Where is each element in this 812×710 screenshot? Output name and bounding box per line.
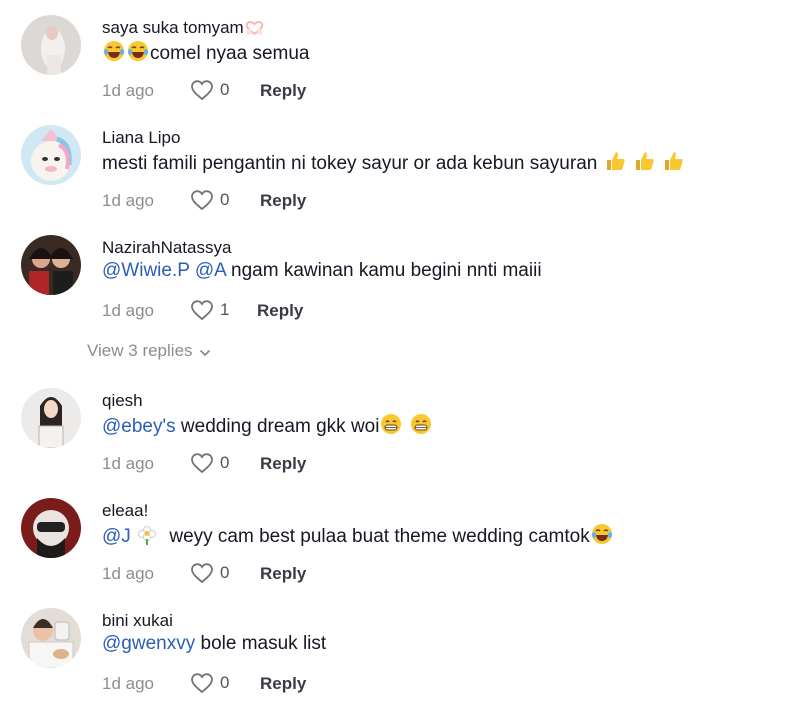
reply-button[interactable]: Reply <box>260 564 306 584</box>
comment-text: @J weyy cam best pulaa buat theme weddin… <box>102 523 614 548</box>
heart-outline-icon[interactable] <box>190 298 214 322</box>
comment-text: mesti famili pengantin ni tokey sayur or… <box>102 150 685 175</box>
heart-hands-emoji-icon <box>245 21 263 35</box>
avatar[interactable] <box>21 235 81 295</box>
comment-actions: 1d ago 0 Reply <box>102 78 502 104</box>
laugh-emoji-icon <box>591 524 612 544</box>
mention-link[interactable]: @gwenxvy <box>102 633 195 654</box>
like-count: 0 <box>220 453 230 472</box>
comment-text: @gwenxvy bole masuk list <box>102 633 327 654</box>
mention-link[interactable]: @ebey's <box>102 416 176 437</box>
comment-item: qiesh @ebey's wedding dream gkk woi 1d a… <box>0 388 812 488</box>
comment-item: eleaa! @J weyy cam best pulaa buat theme… <box>0 498 812 598</box>
reply-button[interactable]: Reply <box>260 674 306 694</box>
avatar[interactable] <box>21 608 81 668</box>
avatar[interactable] <box>21 498 81 558</box>
avatar[interactable] <box>21 15 81 75</box>
comment-item: bini xukai @gwenxvy bole masuk list 1d a… <box>0 608 812 708</box>
laugh-emoji-icon <box>128 41 148 61</box>
reply-button[interactable]: Reply <box>257 301 303 321</box>
heart-outline-icon[interactable] <box>190 671 214 695</box>
avatar[interactable] <box>21 388 81 448</box>
grin-emoji-icon <box>410 414 431 434</box>
view-replies-button[interactable]: View 3 replies <box>87 341 211 361</box>
comment-username[interactable]: Liana Lipo <box>102 128 180 148</box>
comment-item: saya suka tomyam comel nyaa semua 1d ago… <box>0 15 812 115</box>
avatar[interactable] <box>21 125 81 185</box>
comment-text: @Wiwie.P @A ngam kawinan kamu begini nnt… <box>102 260 542 281</box>
timestamp: 1d ago <box>102 191 154 210</box>
flower-emoji-icon <box>138 526 157 545</box>
mention-link[interactable]: @J <box>102 526 131 547</box>
laugh-emoji-icon <box>104 41 124 61</box>
heart-outline-icon[interactable] <box>190 78 214 102</box>
comment-username[interactable]: qiesh <box>102 391 143 411</box>
grin-emoji-icon <box>381 414 402 434</box>
mention-link[interactable]: @Wiwie.P <box>102 260 190 281</box>
thumbs-up-emoji-icon <box>665 152 683 170</box>
timestamp: 1d ago <box>102 674 154 693</box>
comment-actions: 1d ago 0 Reply <box>102 671 502 697</box>
mention-link[interactable]: @A <box>195 260 226 281</box>
timestamp: 1d ago <box>102 81 154 100</box>
like-count: 0 <box>220 80 230 99</box>
thumbs-up-emoji-icon <box>635 152 654 170</box>
comment-username[interactable]: saya suka tomyam <box>102 18 265 38</box>
like-count: 1 <box>220 300 230 319</box>
comment-actions: 1d ago 0 Reply <box>102 188 502 214</box>
heart-outline-icon[interactable] <box>190 561 214 585</box>
reply-button[interactable]: Reply <box>260 454 306 474</box>
comment-actions: 1d ago 0 Reply <box>102 561 502 587</box>
comment-username[interactable]: NazirahNatassya <box>102 238 231 258</box>
comment-item: Liana Lipo mesti famili pengantin ni tok… <box>0 125 812 225</box>
reply-button[interactable]: Reply <box>260 191 306 211</box>
heart-outline-icon[interactable] <box>190 451 214 475</box>
like-count: 0 <box>220 673 230 692</box>
comment-actions: 1d ago 0 Reply <box>102 451 502 477</box>
timestamp: 1d ago <box>102 564 154 583</box>
heart-outline-icon[interactable] <box>190 188 214 212</box>
like-count: 0 <box>220 190 230 209</box>
comment-text: comel nyaa semua <box>102 40 309 65</box>
reply-button[interactable]: Reply <box>260 81 306 101</box>
comment-text: @ebey's wedding dream gkk woi <box>102 413 433 438</box>
thumbs-up-emoji-icon <box>606 152 625 170</box>
comment-username[interactable]: bini xukai <box>102 611 173 631</box>
timestamp: 1d ago <box>102 454 154 473</box>
like-count: 0 <box>220 563 230 582</box>
timestamp: 1d ago <box>102 301 154 320</box>
comment-item: NazirahNatassya @Wiwie.P @A ngam kawinan… <box>0 235 812 335</box>
comment-actions: 1d ago 1 Reply <box>102 298 502 324</box>
comment-username[interactable]: eleaa! <box>102 501 148 521</box>
chevron-down-icon <box>199 349 210 357</box>
